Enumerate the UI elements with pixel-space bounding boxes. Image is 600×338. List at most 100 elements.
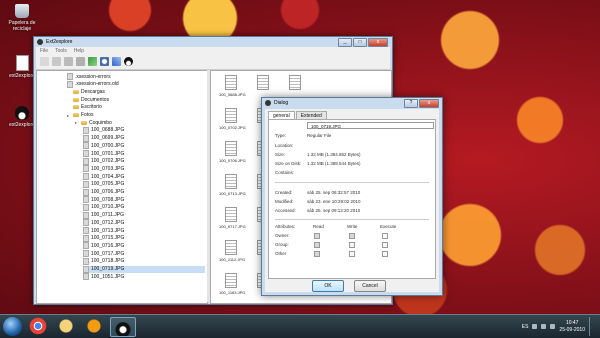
file-thumbnail[interactable]: 100_0713.JPG <box>219 191 246 196</box>
file-thumbnail[interactable] <box>251 75 275 91</box>
paste-icon[interactable] <box>76 57 85 66</box>
penguin-icon[interactable] <box>110 317 136 337</box>
tree-item[interactable]: 100_0715.JPG <box>83 234 205 242</box>
close-button[interactable]: x <box>368 38 388 47</box>
tree-item[interactable]: 100_0719.JPG <box>83 265 205 273</box>
edit-icon[interactable] <box>112 57 121 66</box>
tree-item[interactable]: Descargas <box>67 88 205 95</box>
owner-read-checkbox[interactable] <box>314 233 320 239</box>
search-icon[interactable] <box>100 57 109 66</box>
file-thumbnail[interactable] <box>219 108 243 124</box>
ok-button[interactable]: OK <box>312 280 344 292</box>
other-execute-checkbox[interactable] <box>382 251 388 257</box>
file-thumbnail[interactable]: 100_0688.JPG <box>219 92 246 97</box>
help-button[interactable]: ? <box>404 99 418 108</box>
file-thumbnail[interactable] <box>219 174 243 190</box>
other-read-checkbox[interactable] <box>314 251 320 257</box>
tree-item[interactable]: 100_0718.JPG <box>83 257 205 265</box>
file-thumbnail[interactable] <box>219 141 243 157</box>
tree-item[interactable]: 100_0717.JPG <box>83 250 205 258</box>
chrome-icon[interactable] <box>26 317 50 335</box>
open-icon[interactable] <box>40 57 49 66</box>
app-icon <box>265 100 271 106</box>
filename-field[interactable]: 100_0719.JPG <box>307 122 434 129</box>
dialog-title: Dialog <box>274 100 289 106</box>
tree-item[interactable]: 100_0701.JPG <box>83 150 205 157</box>
group-write-checkbox[interactable] <box>349 242 355 248</box>
clock-date: 25-09-2010 <box>559 326 585 333</box>
file-thumbnail[interactable] <box>219 207 243 223</box>
expand-arrow-icon[interactable]: ▸ <box>67 113 71 118</box>
tree-item-label: 100_0688.JPG <box>91 127 125 134</box>
maximize-button[interactable]: □ <box>353 38 367 47</box>
file-thumbnail[interactable]: 100_0717.JPG <box>219 224 246 229</box>
menu-help[interactable]: Help <box>74 48 84 54</box>
penguin-icon[interactable] <box>124 57 133 66</box>
media-player-icon[interactable] <box>82 317 106 335</box>
tray-arrow-icon[interactable] <box>532 324 538 329</box>
size-value: 1.32 MB (1.384.862 Bytes) <box>307 152 361 157</box>
clock-time: 10:47 <box>565 319 579 326</box>
tree-item-label: 100_0711.JPG <box>91 212 124 219</box>
tree-item[interactable]: ▸ Fotos <box>67 112 205 119</box>
menu-file[interactable]: File <box>40 48 48 54</box>
menu-tools[interactable]: Tools <box>55 48 67 54</box>
tree-item-label: .xsession-errors <box>75 73 111 80</box>
file-thumbnail[interactable]: 100_1163.JPG <box>219 290 245 295</box>
owner-execute-checkbox[interactable] <box>382 233 388 239</box>
group-execute-checkbox[interactable] <box>382 242 388 248</box>
tree-item-label: 100_0700.JPG <box>91 142 125 149</box>
desktop-icon-recycle-bin[interactable]: Papelera de reciclaje <box>2 4 42 32</box>
network-icon[interactable] <box>541 324 547 329</box>
clock[interactable]: 10:47 25-09-2010 <box>559 320 585 334</box>
tree-item-label: Escritorio <box>81 104 102 111</box>
file-thumbnail[interactable] <box>219 240 243 256</box>
tree-item[interactable]: 100_0702.JPG <box>83 157 205 165</box>
group-read-checkbox[interactable] <box>314 242 320 248</box>
tree-item-label: 100_0703.JPG <box>91 165 125 172</box>
file-thumbnail[interactable] <box>283 75 307 91</box>
expand-arrow-icon[interactable]: ▸ <box>75 120 79 125</box>
tree-item[interactable]: 100_0712.JPG <box>83 219 205 227</box>
file-thumbnail[interactable]: 100_1112.JPG <box>219 257 245 262</box>
tree-item[interactable]: 100_0705.JPG <box>83 180 205 188</box>
file-thumbnail[interactable]: 100_0702.JPG <box>219 125 246 130</box>
owner-write-checkbox[interactable] <box>349 233 355 239</box>
volume-icon[interactable] <box>550 324 556 329</box>
desktop-icon-label: Papelera de reciclaje <box>8 20 36 32</box>
tree-item[interactable]: 100_0716.JPG <box>83 242 205 250</box>
tree-item[interactable]: ▸ Coquimbo <box>75 119 205 126</box>
minimize-button[interactable]: _ <box>338 38 352 47</box>
other-write-checkbox[interactable] <box>349 251 355 257</box>
tree-item[interactable]: 100_0713.JPG <box>83 227 205 234</box>
tree-item[interactable]: 100_0700.JPG <box>83 142 205 150</box>
folder-icon <box>73 113 79 117</box>
file-thumbnail[interactable] <box>219 75 243 91</box>
tree-item[interactable]: .xsession-errors.old <box>67 80 205 88</box>
tree-item[interactable]: .xsession-errors <box>67 73 205 80</box>
copy-icon[interactable] <box>64 57 73 66</box>
tree-item[interactable]: Documentos <box>67 96 205 103</box>
file-icon <box>83 134 89 142</box>
tree-item[interactable]: 100_0711.JPG <box>83 211 205 219</box>
tree-item[interactable]: 100_0704.JPG <box>83 173 205 181</box>
tree-item[interactable]: 100_0706.JPG <box>83 188 205 196</box>
show-desktop-button[interactable] <box>589 317 596 336</box>
cancel-button[interactable]: Cancel <box>354 280 386 292</box>
start-button[interactable] <box>3 317 22 336</box>
tree-item[interactable]: 100_0699.JPG <box>83 134 205 142</box>
save-icon[interactable] <box>52 57 61 66</box>
file-thumbnail[interactable] <box>219 273 243 289</box>
tree-item[interactable]: 100_0688.JPG <box>83 126 205 134</box>
navigate-icon[interactable] <box>88 57 97 66</box>
tree-item[interactable]: Escritorio <box>67 104 205 111</box>
tree-item[interactable]: 100_0708.JPG <box>83 196 205 204</box>
file-thumbnail[interactable]: 100_0706.JPG <box>219 158 246 163</box>
tree-item[interactable]: 100_0710.JPG <box>83 203 205 211</box>
tree-item[interactable]: 100_0703.JPG <box>83 165 205 173</box>
tree-item[interactable]: 100_1051.JPG <box>83 273 205 281</box>
language-indicator[interactable]: ES <box>522 324 529 330</box>
folder-icon[interactable] <box>54 317 78 335</box>
dialog-close-button[interactable]: x <box>419 99 439 108</box>
tree-item-label: 100_0719.JPG <box>91 266 125 272</box>
